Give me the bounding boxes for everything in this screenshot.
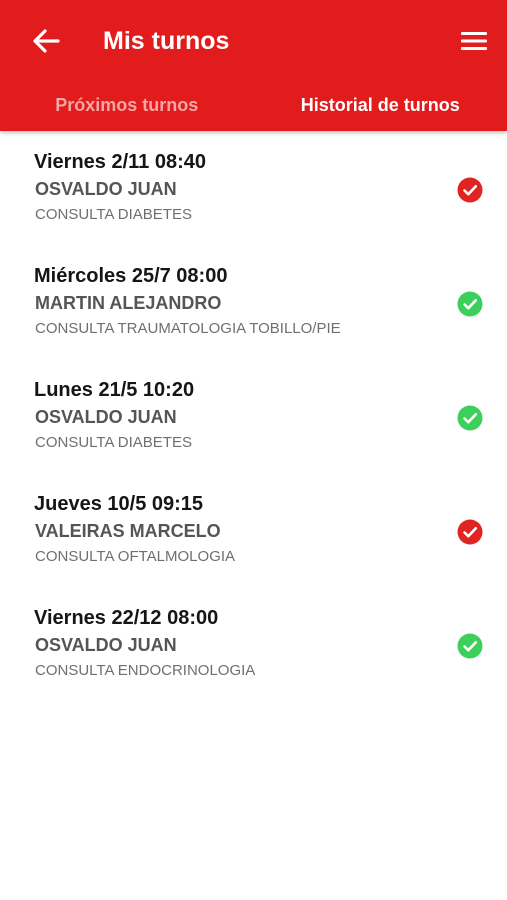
appointment-item[interactable]: Jueves 10/5 09:15 VALEIRAS MARCELO CONSULT…	[0, 473, 507, 587]
appointment-doctor: OSVALDO JUAN	[35, 407, 177, 427]
appointment-doctor: VALEIRAS MARCELO	[35, 521, 221, 541]
appointment-item[interactable]: Viernes 22/12 08:00 OSVALDO JUAN CONSULTA …	[0, 587, 507, 701]
page-title: Mis turnos	[103, 27, 230, 55]
menu-button[interactable]	[456, 26, 492, 56]
appointment-date: Lunes 21/5 10:20	[34, 379, 195, 401]
appointment-date: Jueves 10/5 09:15	[34, 493, 204, 515]
appointment-doctor: MARTIN ALEJANDRO	[35, 293, 222, 313]
appointment-specialty: CONSULTA DIABETES	[35, 434, 192, 451]
appointment-doctor: OSVALDO JUAN	[35, 179, 177, 199]
tab-bar: Próximos turnos Historial de turnos	[0, 82, 507, 128]
appointment-date: Viernes 2/11 08:40	[34, 151, 206, 173]
appointment-item[interactable]: Miércoles 25/7 08:00 MARTIN ALEJANDRO CONS…	[0, 245, 507, 359]
check-circle-icon	[457, 633, 483, 659]
appointment-item[interactable]: Lunes 21/5 10:20 OSVALDO JUAN CONSULTA DIA…	[0, 359, 507, 473]
appointment-date: Viernes 22/12 08:00	[34, 607, 219, 629]
appointment-doctor: OSVALDO JUAN	[35, 635, 177, 655]
back-button[interactable]	[28, 24, 64, 58]
appointment-specialty: CONSULTA ENDOCRINOLOGIA	[35, 662, 256, 679]
hamburger-menu-icon	[461, 32, 487, 50]
check-circle-icon	[457, 177, 483, 203]
arrow-left-icon	[33, 29, 60, 53]
appointments-list: Viernes 2/11 08:40 OSVALDO JUAN CONSULTA D…	[0, 131, 507, 701]
appointment-item[interactable]: Viernes 2/11 08:40 OSVALDO JUAN CONSULTA D…	[0, 131, 507, 245]
check-circle-icon	[457, 405, 483, 431]
app-bar: Mis turnos Próximos turnos Historial de …	[0, 0, 507, 131]
appointment-specialty: CONSULTA TRAUMATOLOGIA TOBILLO/PIE	[35, 320, 341, 337]
appointment-specialty: CONSULTA OFTALMOLOGIA	[35, 548, 236, 565]
tab-proximos-turnos[interactable]: Próximos turnos	[0, 82, 254, 128]
appointment-specialty: CONSULTA DIABETES	[35, 206, 192, 223]
check-circle-icon	[457, 519, 483, 545]
appointment-date: Miércoles 25/7 08:00	[34, 265, 228, 287]
tab-historial-de-turnos[interactable]: Historial de turnos	[254, 82, 507, 128]
check-circle-icon	[457, 291, 483, 317]
